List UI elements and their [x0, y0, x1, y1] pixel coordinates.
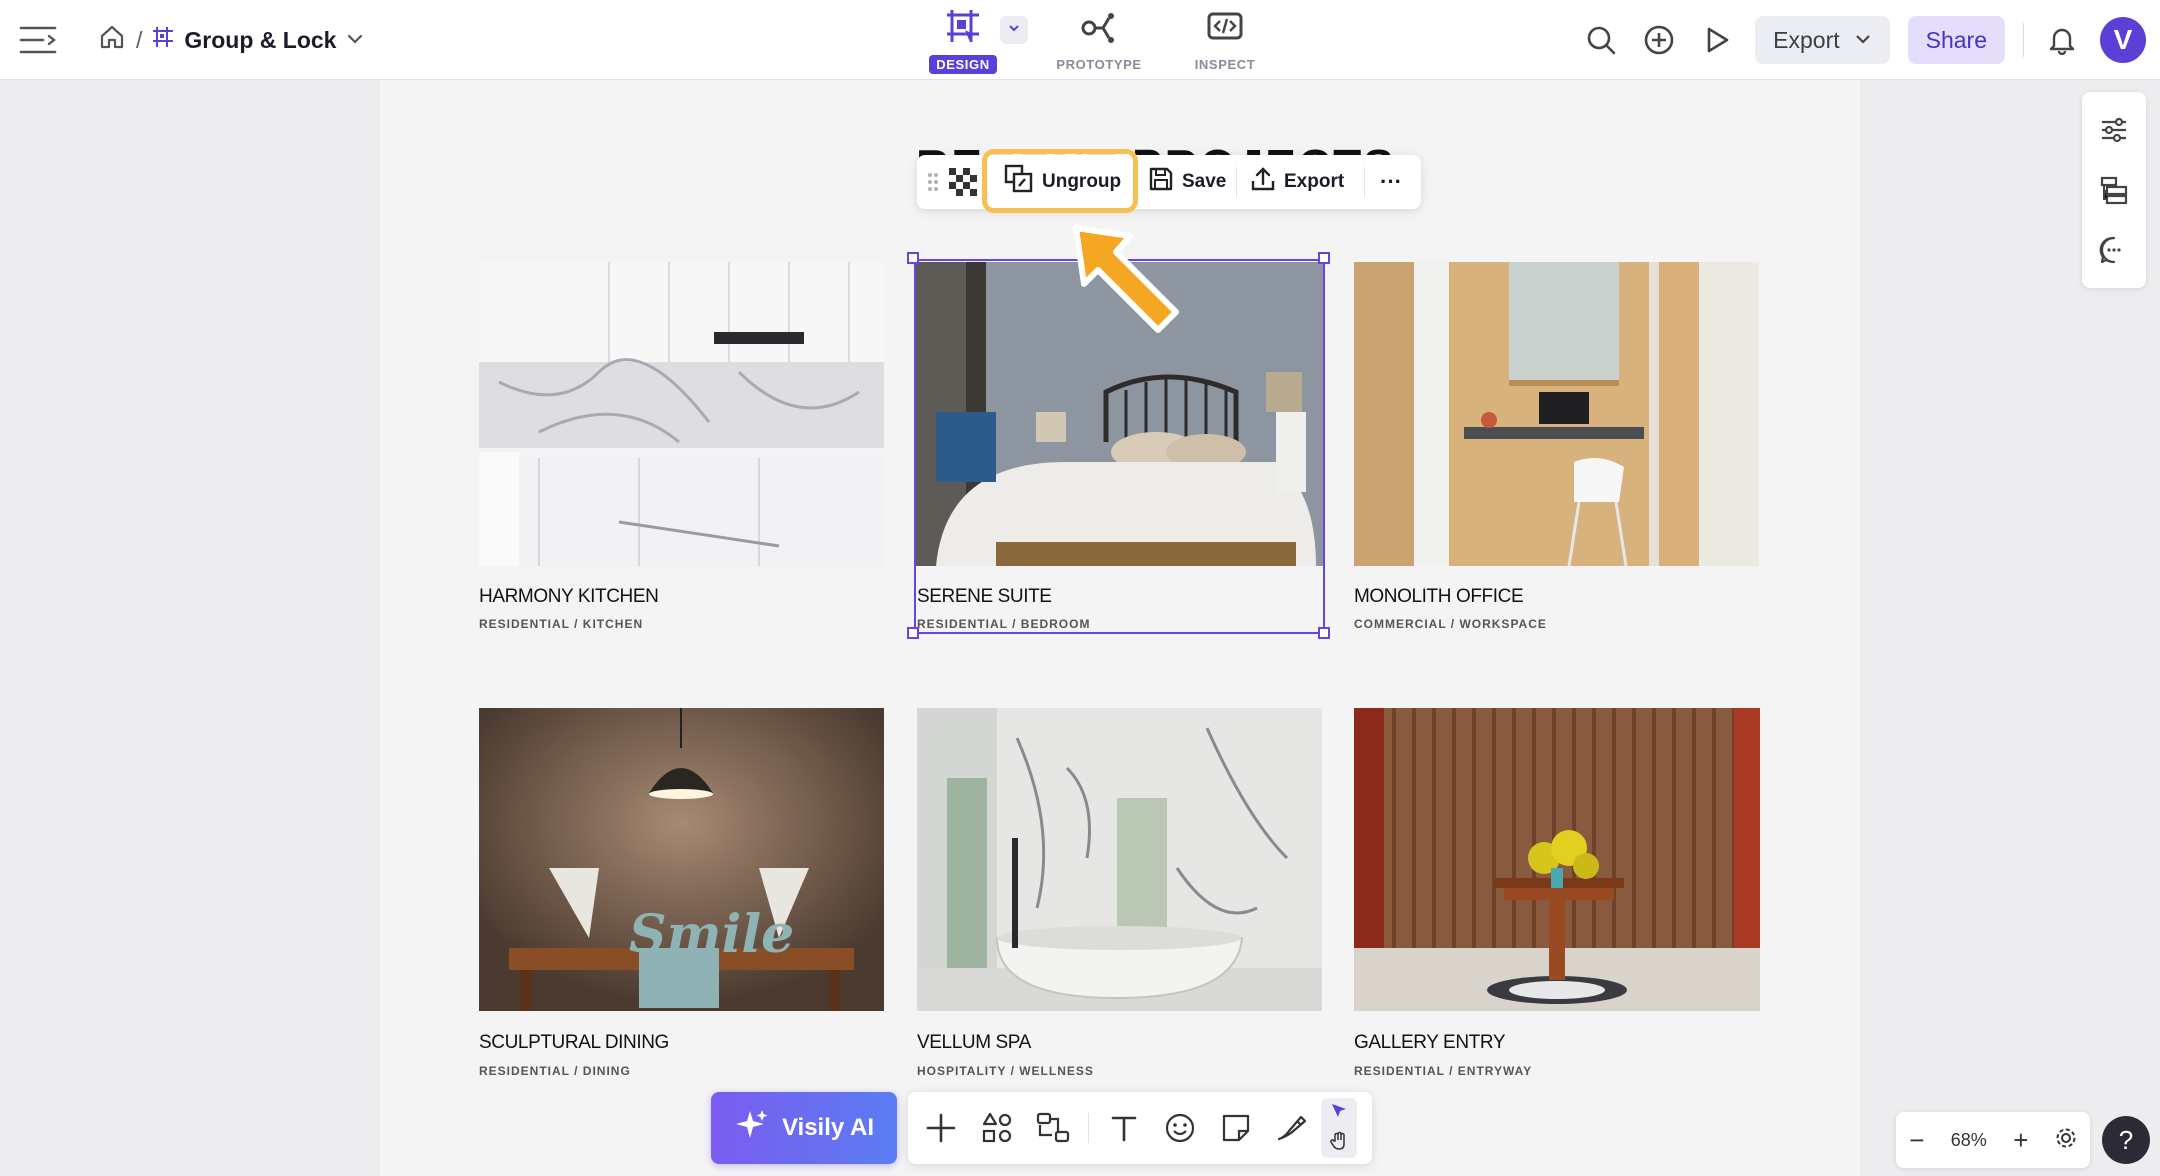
home-icon[interactable] — [98, 23, 126, 57]
hand-icon[interactable] — [1329, 1131, 1349, 1156]
pointer-tool-switch[interactable] — [1321, 1098, 1357, 1158]
help-button[interactable]: ? — [2102, 1116, 2150, 1164]
bell-icon[interactable] — [2042, 20, 2082, 60]
avatar-letter: V — [2113, 24, 2133, 55]
zoom-out-button[interactable]: − — [1909, 1125, 1924, 1156]
emoji-icon[interactable] — [1153, 1101, 1207, 1155]
resize-handle-top-left[interactable] — [907, 252, 919, 264]
tab-prototype-label: PROTOTYPE — [1056, 57, 1142, 72]
save-icon — [1148, 166, 1174, 198]
more-icon: ··· — [1380, 169, 1402, 194]
code-inspect-icon — [1205, 6, 1245, 49]
export-selection-button[interactable]: Export — [1240, 160, 1354, 204]
text-icon[interactable] — [1097, 1101, 1151, 1155]
play-icon[interactable] — [1697, 20, 1737, 60]
export-label: Export — [1773, 26, 1840, 53]
tab-prototype[interactable]: PROTOTYPE — [1036, 6, 1162, 74]
project-category: HOSPITALITY / WELLNESS — [917, 1064, 1094, 1078]
smile-sign-text: Smile — [629, 904, 795, 965]
zoom-in-button[interactable]: + — [2013, 1125, 2028, 1156]
chevron-down-icon[interactable] — [346, 27, 364, 54]
tab-design-label: DESIGN — [929, 55, 997, 74]
project-title: VELLUM SPA — [917, 1032, 1031, 1053]
settings-sliders-icon[interactable] — [2094, 110, 2134, 150]
avatar[interactable]: V — [2100, 17, 2146, 63]
zoom-level[interactable]: 68% — [1951, 1130, 1987, 1151]
divider — [2023, 23, 2024, 57]
sparkle-icon — [734, 1107, 770, 1150]
more-options-button[interactable]: ··· — [1370, 160, 1412, 204]
design-dropdown-button[interactable] — [1000, 16, 1028, 44]
project-image-dining[interactable]: Smile — [479, 708, 884, 1011]
zoom-settings-icon[interactable] — [2055, 1127, 2077, 1154]
fill-transparency-icon[interactable] — [943, 160, 983, 204]
chevron-down-icon — [1854, 27, 1872, 54]
resize-handle-bottom-left[interactable] — [907, 627, 919, 639]
resize-handle-bottom-right[interactable] — [1318, 627, 1330, 639]
drag-handle-icon[interactable] — [923, 160, 943, 204]
top-bar: / Group & Lock DESIGN PROTOTYPE INSPECT … — [0, 0, 2160, 80]
mode-switcher: DESIGN PROTOTYPE INSPECT — [900, 6, 1288, 74]
project-category: RESIDENTIAL / DINING — [479, 1064, 631, 1078]
project-title: SCULPTURAL DINING — [479, 1032, 669, 1053]
comment-icon[interactable] — [2094, 230, 2134, 270]
sticky-note-icon[interactable] — [1209, 1101, 1263, 1155]
menu-icon[interactable] — [18, 20, 58, 60]
export-button[interactable]: Export — [1755, 16, 1890, 64]
divider — [1088, 1113, 1089, 1143]
save-button[interactable]: Save — [1138, 160, 1236, 204]
project-title: HARMONY KITCHEN — [479, 586, 659, 607]
design-frame-icon — [943, 6, 983, 49]
cursor-arrow-icon[interactable] — [1329, 1101, 1349, 1126]
resize-handle-top-right[interactable] — [1318, 252, 1330, 264]
zoom-control: − 68% + — [1896, 1112, 2090, 1168]
bottom-toolbar — [908, 1092, 1372, 1164]
visily-ai-label: Visily AI — [781, 1114, 875, 1141]
project-image-entry[interactable] — [1354, 708, 1760, 1011]
file-title[interactable]: Group & Lock — [184, 27, 336, 54]
export-selection-label: Export — [1284, 171, 1345, 192]
breadcrumb-separator: / — [136, 26, 143, 53]
project-category: RESIDENTIAL / ENTRYWAY — [1354, 1064, 1533, 1078]
project-image-office[interactable] — [1354, 262, 1759, 566]
components-icon[interactable] — [970, 1101, 1024, 1155]
layers-icon[interactable] — [2094, 170, 2134, 210]
add-icon[interactable] — [914, 1101, 968, 1155]
search-icon[interactable] — [1581, 20, 1621, 60]
project-category: COMMERCIAL / WORKSPACE — [1354, 617, 1547, 631]
flow-icon[interactable] — [1026, 1101, 1080, 1155]
project-image-spa[interactable] — [917, 708, 1322, 1011]
draw-icon[interactable] — [1265, 1101, 1319, 1155]
tab-inspect[interactable]: INSPECT — [1162, 6, 1288, 74]
divider — [1364, 167, 1365, 197]
prototype-flow-icon — [1079, 6, 1119, 49]
project-image-kitchen[interactable] — [479, 262, 884, 566]
right-side-panel — [2082, 92, 2146, 288]
chevron-down-icon — [1007, 21, 1021, 40]
share-button[interactable]: Share — [1907, 16, 2005, 64]
upload-icon — [1250, 166, 1276, 198]
top-right-actions: Export Share V — [1581, 14, 2146, 66]
add-circle-icon[interactable] — [1639, 20, 1679, 60]
visily-ai-button[interactable]: Visily AI — [711, 1092, 897, 1164]
tab-inspect-label: INSPECT — [1194, 57, 1256, 72]
project-title: MONOLITH OFFICE — [1354, 586, 1524, 607]
ungroup-button[interactable]: Ungroup — [994, 160, 1131, 204]
pointer-arrow-icon — [1068, 220, 1188, 340]
project-category: RESIDENTIAL / KITCHEN — [479, 617, 644, 631]
frame-icon — [152, 26, 174, 54]
breadcrumb: / Group & Lock — [98, 22, 364, 58]
divider — [1236, 167, 1237, 197]
ungroup-icon — [1004, 164, 1034, 200]
ungroup-label: Ungroup — [1042, 171, 1122, 192]
save-label: Save — [1182, 171, 1227, 192]
project-title: GALLERY ENTRY — [1354, 1032, 1506, 1053]
